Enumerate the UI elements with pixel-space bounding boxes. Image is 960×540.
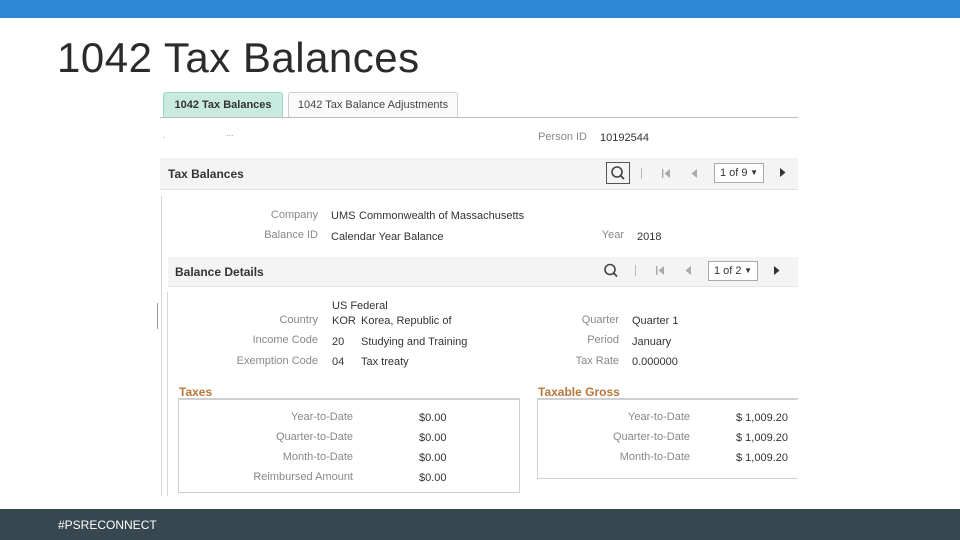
taxes-row-label: Quarter-to-Date <box>275 431 353 443</box>
income-code-value: 20 <box>332 336 345 348</box>
exemption-code-value: 04 <box>332 356 345 368</box>
previous-icon[interactable] <box>684 265 692 276</box>
balance-id-value: Calendar Year Balance <box>331 231 444 243</box>
taxes-row-label: Year-to-Date <box>291 411 353 423</box>
person-id-value: 10192544 <box>600 132 649 144</box>
taxable-gross-row-value: $ 1,009.20 <box>736 432 788 444</box>
tax-balances-pager-select[interactable]: 1 of 9 ▼ <box>714 163 764 183</box>
tax-balances-search-button[interactable] <box>606 162 630 184</box>
income-code-label: Income Code <box>252 334 318 346</box>
tab-divider <box>160 117 798 118</box>
income-code-description: Studying and Training <box>361 336 468 348</box>
pager-value: 1 of 9 <box>720 167 748 179</box>
taxes-row-label: Month-to-Date <box>282 451 353 463</box>
exemption-code-description: Tax treaty <box>361 356 409 368</box>
slide-footer: #PSRECONNECT <box>0 509 960 540</box>
previous-icon[interactable] <box>690 168 698 179</box>
taxable-gross-row-value: $ 1,009.20 <box>736 412 788 424</box>
company-name: Commonwealth of Massachusetts <box>359 210 525 222</box>
header-dot: . <box>163 130 166 140</box>
company-code: UMS <box>331 210 356 222</box>
period-value: January <box>632 336 672 348</box>
balance-id-label: Balance ID <box>264 229 318 241</box>
dropdown-caret-icon: ▼ <box>744 266 752 275</box>
taxes-row-value: $0.00 <box>419 452 447 464</box>
period-label: Period <box>587 334 619 346</box>
left-border <box>161 196 162 496</box>
tab-1042-tax-balances[interactable]: 1042 Tax Balances <box>163 92 283 118</box>
first-page-icon[interactable] <box>655 265 665 276</box>
country-label: Country <box>279 314 318 326</box>
dropdown-caret-icon: ▼ <box>750 168 758 177</box>
taxes-grid: Year-to-Date $0.00 Quarter-to-Date $0.00… <box>178 399 520 493</box>
year-value: 2018 <box>637 231 662 243</box>
next-icon[interactable] <box>773 265 781 276</box>
inner-left-border <box>167 292 168 496</box>
top-accent-bar <box>0 0 960 18</box>
tax-rate-label: Tax Rate <box>575 355 619 367</box>
exemption-code-label: Exemption Code <box>236 355 318 367</box>
taxable-gross-row-label: Year-to-Date <box>628 411 690 423</box>
country-top-value: US Federal <box>332 300 388 312</box>
first-page-icon[interactable] <box>661 168 671 179</box>
company-label: Company <box>270 209 318 221</box>
country-name: Korea, Republic of <box>361 315 452 327</box>
year-label: Year <box>601 229 624 241</box>
taxes-row-value: $0.00 <box>419 432 447 444</box>
toolbar-separator <box>635 265 636 276</box>
header-ellipsis: ... <box>226 128 234 138</box>
taxable-gross-row-value: $ 1,009.20 <box>736 452 788 464</box>
taxes-section-title: Taxes <box>179 385 213 399</box>
tab-1042-tax-balance-adjustments[interactable]: 1042 Tax Balance Adjustments <box>288 92 458 118</box>
taxes-row-value: $0.00 <box>419 412 447 424</box>
quarter-value: Quarter 1 <box>632 315 679 327</box>
pager-value: 1 of 2 <box>714 265 742 277</box>
toolbar-separator <box>641 168 642 179</box>
country-code: KOR <box>332 315 356 327</box>
next-icon[interactable] <box>779 167 787 178</box>
taxable-gross-row-label: Month-to-Date <box>619 451 690 463</box>
search-icon[interactable] <box>601 261 621 281</box>
taxes-row-label: Reimbursed Amount <box>253 471 353 483</box>
tax-balances-title: Tax Balances <box>168 167 244 181</box>
tax-balances-header <box>160 158 798 190</box>
taxable-gross-grid: Year-to-Date $ 1,009.20 Quarter-to-Date … <box>537 399 798 479</box>
search-icon <box>611 166 625 180</box>
person-id-label: Person ID <box>538 131 587 143</box>
slide-title: 1042 Tax Balances <box>57 34 420 81</box>
taxable-gross-row-label: Quarter-to-Date <box>612 431 690 443</box>
footer-hashtag: #PSRECONNECT <box>58 518 157 532</box>
quarter-label: Quarter <box>581 314 619 326</box>
taxes-row-value: $0.00 <box>419 472 447 484</box>
balance-details-title: Balance Details <box>175 265 264 279</box>
tax-rate-value: 0.000000 <box>632 356 678 368</box>
taxable-gross-section-title: Taxable Gross <box>538 385 620 399</box>
balance-details-pager-select[interactable]: 1 of 2 ▼ <box>708 261 758 281</box>
scroll-marker <box>157 303 158 329</box>
